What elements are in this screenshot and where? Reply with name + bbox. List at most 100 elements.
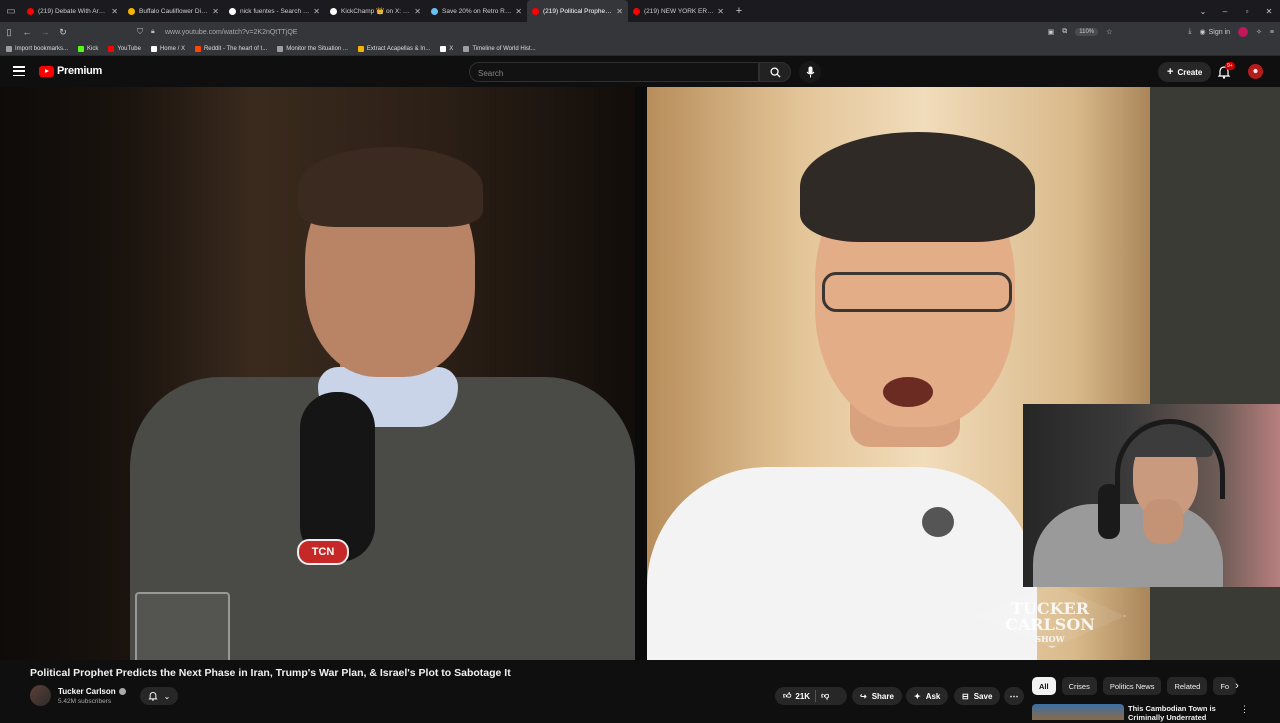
tab-close-icon[interactable]: ✕ xyxy=(616,7,623,16)
channel-name: Tucker Carlson xyxy=(58,687,116,696)
url-text[interactable]: www.youtube.com/watch?v=2K2nQtTTjQE xyxy=(165,29,297,36)
ask-button[interactable]: ✦ Ask xyxy=(906,687,949,705)
tab-close-icon[interactable]: ✕ xyxy=(515,7,522,16)
tab-close-icon[interactable]: ✕ xyxy=(212,7,219,16)
profile-avatar[interactable] xyxy=(1238,27,1249,37)
subscriber-count: 5.42M subscribers xyxy=(58,698,112,705)
bookmark-item[interactable]: Home / X xyxy=(150,45,185,52)
bookmark-item[interactable]: YouTube xyxy=(108,45,141,52)
user-avatar[interactable]: ☻ xyxy=(1248,64,1263,79)
video-title: Political Prophet Predicts the Next Phas… xyxy=(30,667,511,679)
menu-icon[interactable]: ≡ xyxy=(1270,29,1274,36)
subscription-notifications-button[interactable]: ⌄ xyxy=(140,687,178,705)
close-window-icon[interactable]: ✕ xyxy=(1258,7,1280,16)
dislike-button[interactable]: 👎︎ xyxy=(821,691,829,701)
bookmark-item[interactable]: Reddit - The heart of t... xyxy=(194,45,267,52)
tab-label: (219) Political Prophet Pred xyxy=(543,7,614,15)
bookmark-item[interactable]: X xyxy=(440,45,453,52)
more-actions-button[interactable]: ⋯ xyxy=(1004,687,1024,705)
window-controls: ⌄ – ▫ ✕ xyxy=(1192,0,1280,22)
like-divider xyxy=(815,690,817,702)
create-button[interactable]: + Create xyxy=(1158,62,1212,82)
reload-icon[interactable]: ↻ xyxy=(54,27,72,38)
back-icon[interactable]: ← xyxy=(18,27,36,37)
tab-label: nick fuentes - Search / X xyxy=(240,7,311,15)
bookmark-favicon-icon xyxy=(6,45,12,52)
picture-in-picture-icon[interactable]: ⧉ xyxy=(1062,28,1067,36)
bookmark-label: Extract Acapellas & In... xyxy=(366,45,431,52)
lock-icon[interactable]: 🔒︎ xyxy=(151,28,155,36)
bookmark-label: Import bookmarks... xyxy=(15,45,69,52)
youtube-premium-logo[interactable]: Premium xyxy=(39,65,102,77)
new-tab-button[interactable]: + xyxy=(729,5,749,17)
bookmark-item[interactable]: Import bookmarks... xyxy=(6,45,69,52)
bookmark-favicon-icon xyxy=(78,45,85,52)
browser-tab[interactable]: Buffalo Cauliflower Dip - Gimm✕ xyxy=(123,0,224,22)
shield-icon[interactable]: ⛉ xyxy=(137,27,143,37)
maximize-icon[interactable]: ▫ xyxy=(1236,7,1258,16)
zoom-level[interactable]: 110% xyxy=(1075,28,1099,36)
filter-chip[interactable]: Crises xyxy=(1061,677,1097,695)
browser-tab[interactable]: (219) NEW YORK ERUPTS: Prote✕ xyxy=(628,0,729,22)
like-button[interactable]: 👍︎ 21K xyxy=(783,691,810,701)
facecam-shirt xyxy=(1033,504,1223,587)
filter-chips: All Crises Politics News Related Fo xyxy=(1032,677,1237,695)
bookmark-label: Timeline of World Hist... xyxy=(472,45,536,52)
tab-favicon-icon xyxy=(532,7,539,15)
forward-icon[interactable]: → xyxy=(36,27,54,37)
tab-close-icon[interactable]: ✕ xyxy=(313,7,320,16)
video-player[interactable]: TCN TUCKER CARLSON SHOW xyxy=(0,87,1280,660)
filter-chip[interactable]: All xyxy=(1032,677,1056,695)
download-icon[interactable]: ⤓ xyxy=(1188,28,1191,36)
bookmark-item[interactable]: Extract Acapellas & In... xyxy=(357,45,431,52)
browser-tab[interactable]: KickChamp 👑 on X: "Clavi✕ xyxy=(325,0,426,22)
browser-tab[interactable]: (219) Political Prophet Pred✕ xyxy=(527,0,628,22)
tab-close-icon[interactable]: ✕ xyxy=(717,7,724,16)
browser-tab[interactable]: (219) Debate With Arnab LIVE:✕ xyxy=(22,0,123,22)
bookmark-item[interactable]: Timeline of World Hist... xyxy=(463,45,536,52)
bookmark-item[interactable]: Monitor the Situation ... xyxy=(277,45,348,52)
search-button[interactable] xyxy=(759,62,791,82)
extensions-icon[interactable]: ✧ xyxy=(1256,28,1262,36)
more-vert-icon[interactable]: ⋮ xyxy=(1240,704,1249,715)
voice-search-button[interactable] xyxy=(799,61,821,83)
bookmark-favicon-icon xyxy=(357,45,364,52)
save-button[interactable]: ⊟ Save xyxy=(954,687,1001,705)
url-field[interactable]: ⛉ 🔒︎ www.youtube.com/watch?v=2K2nQtTTjQE xyxy=(135,25,1110,39)
share-label: Share xyxy=(871,691,894,701)
tab-favicon-icon xyxy=(229,7,236,15)
tab-list-icon[interactable]: ▭ xyxy=(0,0,22,22)
facecam-microphone xyxy=(1098,484,1120,539)
channel-name-link[interactable]: Tucker Carlson xyxy=(58,687,126,696)
lavalier-microphone xyxy=(922,507,954,537)
tab-close-icon[interactable]: ✕ xyxy=(111,7,118,16)
cast-icon[interactable]: ▣ xyxy=(1048,28,1055,36)
microphone-icon xyxy=(806,66,814,78)
minimize-icon[interactable]: – xyxy=(1214,7,1236,16)
bookmark-favicon-icon xyxy=(108,45,115,52)
tab-search-icon[interactable]: ⌄ xyxy=(1192,7,1214,16)
address-bar-actions: ▣ ⧉ 110% ☆ ⤓ ◉ Sign in ✧ ≡ xyxy=(1048,22,1274,42)
bookmark-item[interactable]: Kick xyxy=(78,45,98,52)
filter-chip[interactable]: Related xyxy=(1167,677,1208,695)
tab-favicon-icon xyxy=(633,7,640,15)
chevron-down-icon: ⌄ xyxy=(163,691,171,701)
recommended-thumbnail[interactable] xyxy=(1032,704,1124,720)
search-input[interactable] xyxy=(470,64,758,83)
browser-tab[interactable]: Save 20% on Retro Rewind - Vi✕ xyxy=(426,0,527,22)
youtube-header: Premium + Create 9+ ☻ xyxy=(0,57,1280,87)
bookmark-favicon-icon xyxy=(463,45,470,52)
tab-close-icon[interactable]: ✕ xyxy=(414,7,421,16)
browser-tab[interactable]: nick fuentes - Search / X ✕ xyxy=(224,0,325,22)
bookmark-star-icon[interactable]: ☆ xyxy=(1106,28,1112,36)
filter-chip[interactable]: Politics News xyxy=(1102,677,1162,695)
share-button[interactable]: ↪ Share xyxy=(852,687,902,705)
sign-in-button[interactable]: ◉ Sign in xyxy=(1200,28,1231,37)
hamburger-menu-icon[interactable] xyxy=(13,66,25,76)
chevron-right-icon[interactable]: › xyxy=(1228,677,1246,695)
sidebar-icon[interactable]: ▯ xyxy=(0,27,18,38)
channel-avatar[interactable] xyxy=(30,685,51,706)
thumbs-up-icon: 👍︎ xyxy=(783,691,792,700)
video-info-area: Political Prophet Predicts the Next Phas… xyxy=(0,660,1280,722)
bookmark-favicon-icon xyxy=(277,45,284,52)
